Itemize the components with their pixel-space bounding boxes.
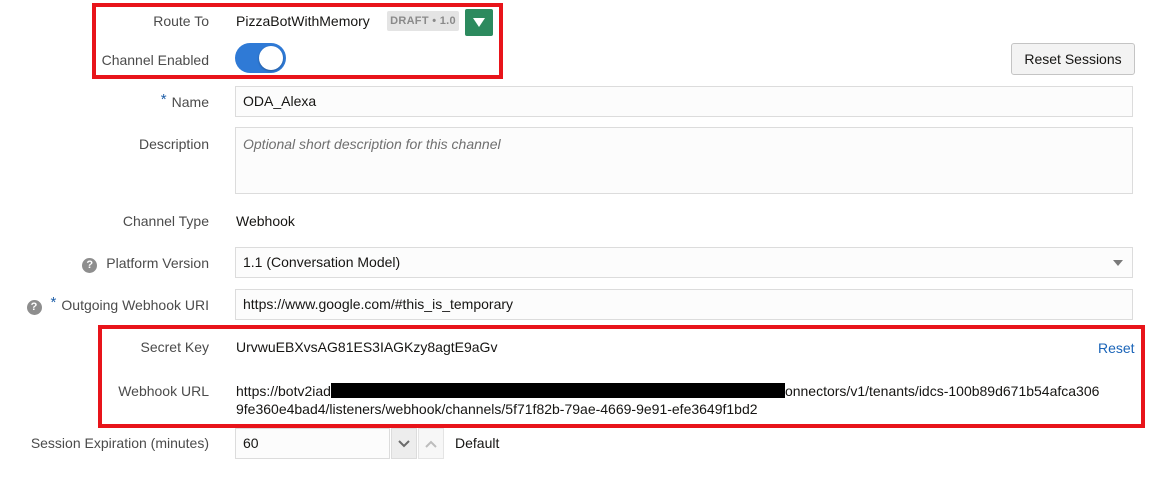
name-input-value: ODA_Alexa <box>243 93 317 109</box>
help-icon[interactable]: ? <box>26 300 42 315</box>
session-expiration-value: 60 <box>243 435 259 451</box>
platform-version-value: 1.1 (Conversation Model) <box>243 254 401 270</box>
chevron-down-icon <box>398 440 410 448</box>
webhook-url-suffix: onnectors/v1/tenants/idcs-100b89d671b54a… <box>784 383 1100 399</box>
channel-enabled-toggle[interactable] <box>235 43 286 73</box>
platform-version-label-text: Platform Version <box>106 255 209 271</box>
help-icon[interactable]: ? <box>82 258 98 273</box>
outgoing-webhook-input[interactable]: https://www.google.com/#this_is_temporar… <box>235 289 1133 320</box>
session-expiration-default: Default <box>455 435 500 451</box>
session-expiration-input[interactable]: 60 <box>235 428 390 459</box>
description-textarea[interactable]: Optional short description for this chan… <box>235 127 1133 194</box>
secret-key-value: UrvwuEBXvsAG81ES3IAGKzy8agtE9aGv <box>236 339 498 355</box>
name-label-text: Name <box>171 94 209 110</box>
draft-version-badge: DRAFT • 1.0 <box>387 11 459 31</box>
platform-version-label: ? Platform Version <box>82 255 209 273</box>
channel-type-label: Channel Type <box>122 213 209 229</box>
required-mark: * <box>50 294 57 311</box>
triangle-down-icon <box>473 18 485 27</box>
route-to-value: PizzaBotWithMemory <box>236 13 370 29</box>
outgoing-webhook-label-text: Outgoing Webhook URI <box>61 297 209 313</box>
decrement-button[interactable] <box>391 428 417 459</box>
route-to-dropdown-button[interactable] <box>465 9 493 36</box>
webhook-url-label: Webhook URL <box>118 383 209 399</box>
webhook-url-prefix: https://botv2iad <box>236 383 331 399</box>
description-placeholder: Optional short description for this chan… <box>243 136 501 152</box>
chevron-down-icon <box>1113 260 1123 266</box>
reset-secret-key-link[interactable]: Reset <box>1098 340 1135 356</box>
required-mark: * <box>160 91 167 108</box>
platform-version-select[interactable]: 1.1 (Conversation Model) <box>235 247 1133 278</box>
reset-sessions-button[interactable]: Reset Sessions <box>1011 43 1135 75</box>
toggle-knob <box>259 46 283 70</box>
route-to-label: Route To <box>153 13 209 29</box>
increment-button[interactable] <box>418 428 444 459</box>
outgoing-webhook-value: https://www.google.com/#this_is_temporar… <box>243 296 514 312</box>
webhook-url-line2: 9fe360e4bad4/listeners/webhook/channels/… <box>236 401 758 417</box>
chevron-up-icon <box>425 440 437 448</box>
name-input[interactable]: ODA_Alexa <box>235 86 1133 117</box>
channel-enabled-label: Channel Enabled <box>101 52 209 68</box>
webhook-url-line1: https://botv2iad onnectors/v1/tenants/idc… <box>236 383 1099 399</box>
description-label: Description <box>138 136 209 152</box>
redaction-bar <box>330 383 785 398</box>
outgoing-webhook-label: ? * Outgoing Webhook URI <box>26 294 209 315</box>
session-expiration-label: Session Expiration (minutes) <box>30 435 209 451</box>
secret-key-label: Secret Key <box>140 339 209 355</box>
name-label: * Name <box>160 91 209 111</box>
channel-type-value: Webhook <box>236 213 295 229</box>
